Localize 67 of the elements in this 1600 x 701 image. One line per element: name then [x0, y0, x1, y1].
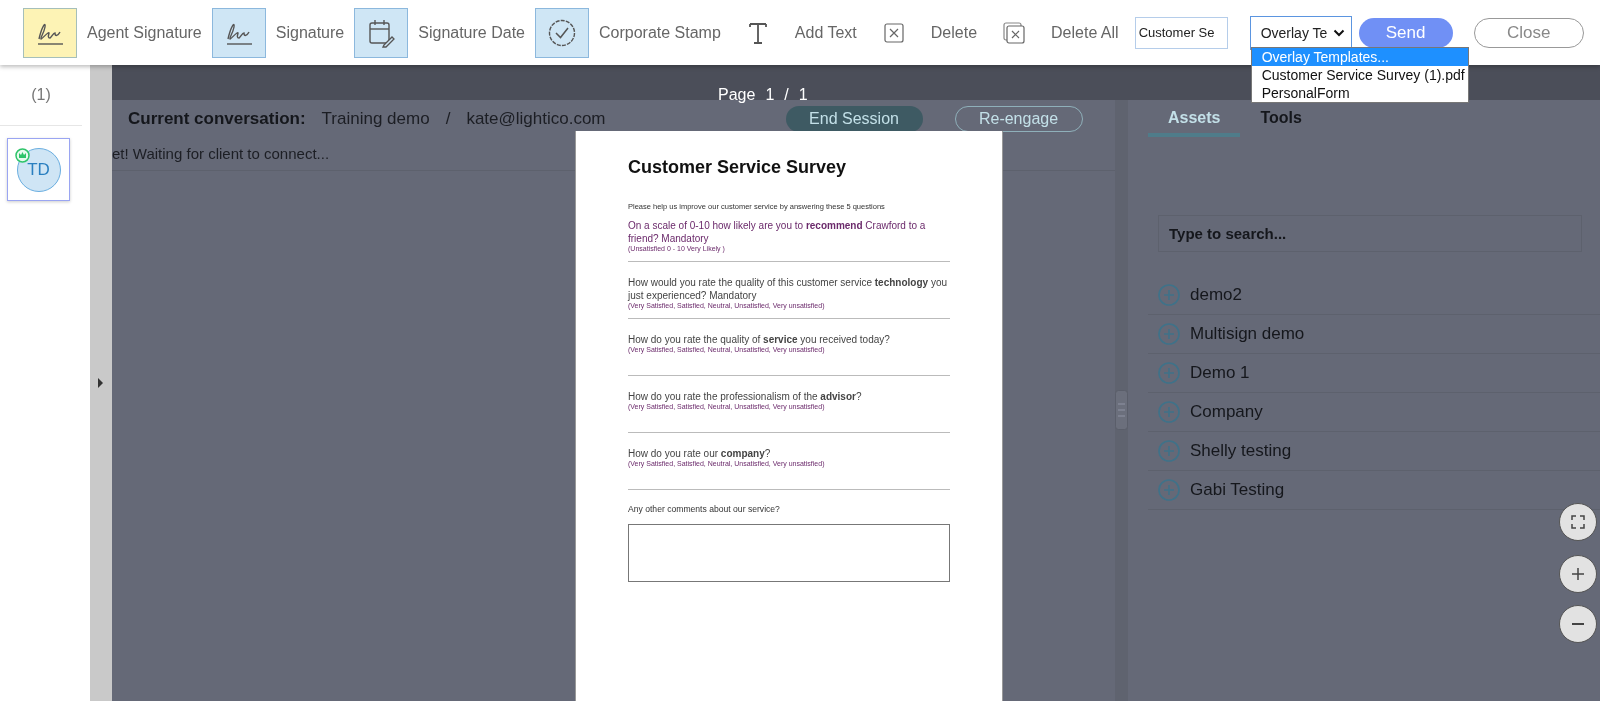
conversation-name: Training demo — [321, 108, 430, 129]
question-text: How do you rate the professionalism of the advisor? — [628, 390, 863, 403]
end-session-button[interactable]: End Session — [785, 105, 923, 132]
tool-button[interactable] — [354, 7, 409, 58]
chevron-down-icon — [1332, 28, 1345, 37]
asset-name: demo2 — [1190, 285, 1242, 305]
dropdown-option[interactable]: Overlay Templates... — [1251, 47, 1468, 66]
tool-button[interactable] — [23, 7, 77, 58]
tool-label[interactable]: Delete — [930, 23, 978, 42]
tool-label[interactable]: Signature Date — [418, 23, 525, 42]
asset-list-item[interactable]: demo2 — [1148, 276, 1600, 315]
tool-label[interactable]: Agent Signature — [87, 23, 202, 42]
asset-list-item[interactable]: Company — [1148, 393, 1600, 432]
asset-list-item[interactable]: Shelly testing — [1148, 432, 1600, 471]
tool-button[interactable] — [535, 7, 589, 58]
zoom-in-button[interactable] — [1559, 555, 1597, 593]
page-separator: / — [784, 86, 789, 104]
question-text: How do you rate the quality of service you received today? — [628, 333, 891, 346]
plus-circle-icon — [1158, 362, 1180, 384]
separator-slash: / — [445, 108, 451, 129]
page-count: 1 — [798, 86, 808, 104]
close-box-icon — [883, 22, 904, 43]
text-icon — [747, 20, 768, 45]
fullscreen-button[interactable] — [1559, 503, 1597, 541]
question-text: Any other comments about our service? — [628, 504, 781, 514]
plus-circle-icon — [1158, 284, 1180, 306]
dropdown-option[interactable]: PersonalForm — [1251, 83, 1468, 102]
stacked-close-box-icon — [1003, 21, 1026, 44]
dropdown-option[interactable]: Customer Service Survey (1).pdf — [1251, 65, 1468, 84]
name-field[interactable]: Customer Se — [1134, 16, 1228, 49]
conversation-email: kate@lightico.com — [466, 108, 606, 129]
panel-tab[interactable]: Assets — [1148, 109, 1241, 137]
participant-card[interactable]: TD — [7, 138, 70, 201]
asset-list-item[interactable]: Demo 1 — [1148, 354, 1600, 393]
plus-circle-icon — [1158, 401, 1180, 423]
question-text: How do you rate our company? — [628, 447, 772, 460]
tool-label[interactable]: Delete All — [1051, 23, 1119, 42]
asset-name: Gabi Testing — [1190, 480, 1285, 500]
page-number: 1 — [765, 86, 775, 104]
fullscreen-icon — [1571, 515, 1585, 529]
tool-button[interactable] — [211, 7, 266, 58]
conversation-label: Current conversation: — [128, 108, 306, 129]
calendar-pen-icon — [367, 17, 396, 48]
asset-list-item[interactable]: Multisign demo — [1148, 315, 1600, 354]
asset-name: Demo 1 — [1190, 363, 1250, 383]
tool-label[interactable]: Corporate Stamp — [599, 23, 721, 42]
zoom-out-button[interactable] — [1559, 605, 1597, 643]
expand-arrow-icon[interactable] — [97, 377, 104, 389]
asset-name: Multisign demo — [1190, 324, 1305, 344]
plus-circle-icon — [1158, 440, 1180, 462]
send-button[interactable]: Send — [1358, 17, 1453, 48]
plus-circle-icon — [1158, 479, 1180, 501]
avatar: TD — [16, 147, 61, 192]
tool-label[interactable]: Signature — [275, 23, 345, 42]
question-text: On a scale of 0-10 how likely are you to recommend Crawford to a friend? Mandatory — [628, 219, 927, 245]
panel-tab[interactable]: Tools — [1240, 109, 1322, 137]
search-field[interactable]: Type to search... — [1158, 215, 1582, 252]
zoom-in-icon — [1572, 568, 1584, 580]
tool-label[interactable]: Add Text — [794, 23, 857, 42]
question-text: How would you rate the quality of this customer service technology you just experienced? Mandatory — [628, 276, 949, 302]
page-label: Page — [718, 86, 756, 104]
comments-box[interactable] — [628, 524, 950, 582]
plus-circle-icon — [1158, 323, 1180, 345]
grip-icon[interactable] — [1115, 390, 1128, 430]
asset-name: Company — [1190, 402, 1263, 422]
asset-name: Shelly testing — [1190, 441, 1292, 461]
close-button[interactable]: Close — [1473, 17, 1584, 48]
